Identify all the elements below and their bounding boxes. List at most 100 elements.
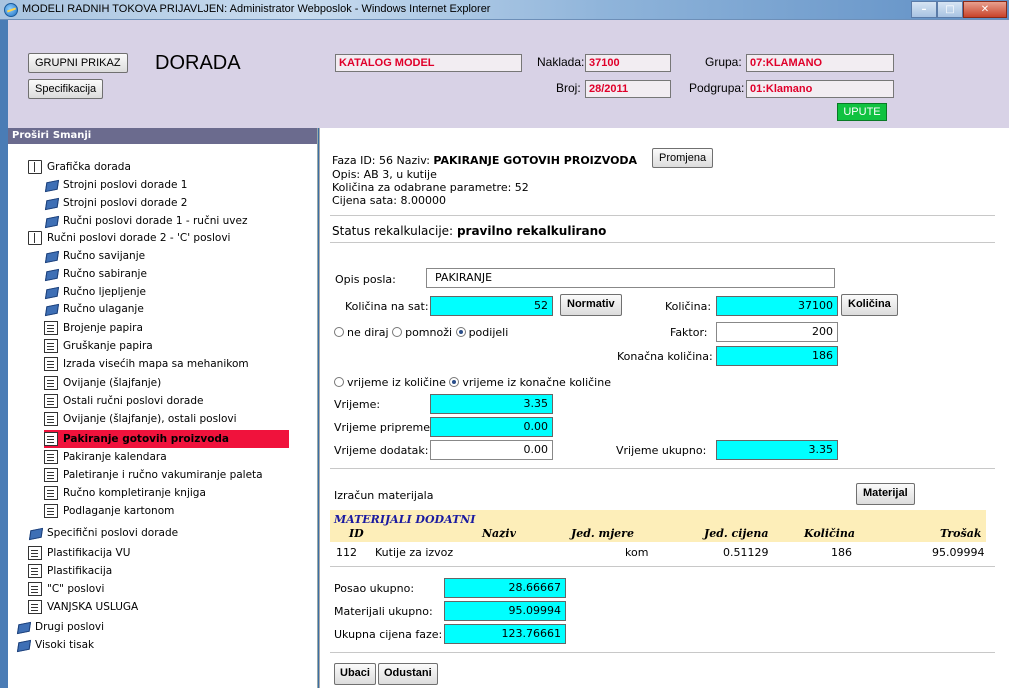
konacna-kolicina-field[interactable]: 186 [716,346,838,366]
tree-item[interactable]: Strojni poslovi dorade 2 [44,194,187,212]
grupa-field[interactable]: 07:KLAMANO [746,54,894,72]
tree-item[interactable]: Grafička dorada [28,158,131,176]
ubaci-button[interactable]: Ubaci [334,663,376,685]
page-title: DORADA [155,52,241,74]
book-closed-icon [44,302,58,316]
tree-item-label: Strojni poslovi dorade 1 [63,179,188,191]
upute-button[interactable]: UPUTE [837,103,887,121]
tree-item[interactable]: "C" poslovi [28,580,104,598]
divider [330,652,995,653]
radio-podijeli[interactable] [455,327,466,337]
vrijeme-pripreme-label: Vrijeme pripreme: [334,421,434,434]
katalog-model-field[interactable]: KATALOG MODEL [335,54,522,72]
window-controls: – □ ✕ [911,1,1007,18]
broj-label: Broj: [556,81,581,95]
tree-item[interactable]: Podlaganje kartonom [44,502,174,520]
tree-item[interactable]: Ručno savijanje [44,247,145,265]
vrijeme-ukupno-label: Vrijeme ukupno: [616,444,707,457]
close-button[interactable]: ✕ [963,1,1007,18]
book-closed-icon [44,267,58,281]
tree-item[interactable]: Ostali ručni poslovi dorade [44,392,203,410]
tree-item[interactable]: Pakiranje gotovih proizvoda [44,430,290,448]
prosiri-link[interactable]: Proširi [12,130,49,141]
faktor-field[interactable]: 200 [716,322,838,342]
tree-item[interactable]: VANJSKA USLUGA [28,598,138,616]
normativ-button[interactable]: Normativ [560,294,622,316]
cell-id: 112 [336,546,357,559]
ukupna-cijena-field[interactable]: 123.76661 [444,624,566,644]
document-icon [44,412,58,426]
kolicina-na-sat-field[interactable]: 52 [430,296,553,316]
vrijeme-dodatak-field[interactable]: 0.00 [430,440,553,460]
col-kolicina: Količina [804,527,856,540]
tree-item[interactable]: Ovijanje (šlajfanje) [44,374,161,392]
tree-item[interactable]: Ručni poslovi dorade 1 - ručni uvez [44,212,247,230]
radio-pomnozi[interactable] [392,327,403,337]
tree-item-label: Ručno savijanje [63,250,146,262]
internet-explorer-icon [4,3,18,17]
smanji-link[interactable]: Smanji [53,130,91,141]
minimize-button[interactable]: – [911,1,937,18]
faza-naziv: PAKIRANJE GOTOVIH PROIZVODA [433,154,638,167]
kolicina-button[interactable]: Količina [841,294,898,316]
materijali-ukupno-field[interactable]: 95.09994 [444,601,566,621]
specifikacija-button[interactable]: Specifikacija [28,79,104,99]
materijal-button[interactable]: Materijal [856,483,915,505]
radio-vrijeme-iz-kolicine[interactable] [334,377,344,387]
maximize-button[interactable]: □ [937,1,963,18]
book-closed-icon [44,249,58,263]
tree-item[interactable]: Ručno kompletiranje knjiga [44,484,206,502]
tree-item[interactable]: Gruškanje papira [44,337,153,355]
document-icon [44,432,58,446]
tree-item[interactable]: Paletiranje i ručno vakumiranje paleta [44,466,263,484]
promjena-button[interactable]: Promjena [652,148,714,168]
tree-item[interactable]: Pakiranje kalendara [44,448,167,466]
tree-item[interactable]: Ručni poslovi dorade 2 - 'C' poslovi [28,229,230,247]
naklada-field[interactable]: 37100 [585,54,671,72]
tree-item[interactable]: Drugi poslovi [16,618,104,636]
tree-item[interactable]: Ručno sabiranje [44,265,147,283]
tree-item-label: Izrada visećih mapa sa mehanikom [63,358,249,370]
tree-item[interactable]: Strojni poslovi dorade 1 [44,176,187,194]
tree-item[interactable]: Ovijanje (šlajfanje), ostali poslovi [44,410,237,428]
faza-id-label: Faza ID: 56 Naziv: [332,154,430,167]
tree-item-label: Ručno ulaganje [63,303,144,315]
opis-posla-field[interactable]: PAKIRANJE [426,268,835,288]
podgrupa-field[interactable]: 01:Klamano [746,80,894,98]
tree-item-label: Ručno sabiranje [63,268,147,280]
posao-ukupno-field[interactable]: 28.66667 [444,578,566,598]
status-label: Status rekalkulacije: [332,224,454,238]
radio-vrijeme-iz-konacne[interactable] [449,377,460,387]
tree-item[interactable]: Ručno ulaganje [44,300,144,318]
odustani-button[interactable]: Odustani [378,663,438,685]
opis-text: Opis: AB 3, u kutije [332,168,437,181]
grupni-prikaz-button[interactable]: GRUPNI PRIKAZ [28,53,128,73]
tree-item[interactable]: Plastifikacija [28,562,112,580]
document-icon [44,321,58,335]
broj-field[interactable]: 28/2011 [585,80,671,98]
main-panel: Faza ID: 56 Naziv: PAKIRANJE GOTOVIH PRO… [319,128,1009,688]
kolicina-field[interactable]: 37100 [716,296,838,316]
cell-jed-cijena: 0.51129 [723,546,769,559]
tree-item[interactable]: Izrada visećih mapa sa mehanikom [44,355,249,373]
vrijeme-pripreme-field[interactable]: 0.00 [430,417,553,437]
tree-item[interactable]: Brojenje papira [44,319,143,337]
document-icon [28,600,42,614]
tree-item[interactable]: Visoki tisak [16,636,94,654]
izracun-materijala-label: Izračun materijala [334,489,434,502]
mode-radio-group: ne diraj pomnoži podijeli [334,326,508,339]
vrijeme-ukupno-field[interactable]: 3.35 [716,440,838,460]
posao-ukupno-label: Posao ukupno: [334,582,415,595]
status-value: pravilno rekalkulirano [456,224,607,238]
tree-item[interactable]: Specifični poslovi dorade [28,524,178,542]
vrijeme-field[interactable]: 3.35 [430,394,553,414]
kolicina-parametri-text: Količina za odabrane parametre: 52 [332,181,529,194]
tree-item[interactable]: Plastifikacija VU [28,544,130,562]
radio-ne-diraj[interactable] [334,327,344,337]
tree-item-label: Ručni poslovi dorade 1 - ručni uvez [63,215,248,227]
tree-item-label: Strojni poslovi dorade 2 [63,197,188,209]
tree-item-label: Pakiranje kalendara [63,451,167,463]
tree-item-label: Ručno ljepljenje [63,286,146,298]
tree-item[interactable]: Ručno ljepljenje [44,283,146,301]
materijali-ukupno-label: Materijali ukupno: [334,605,433,618]
